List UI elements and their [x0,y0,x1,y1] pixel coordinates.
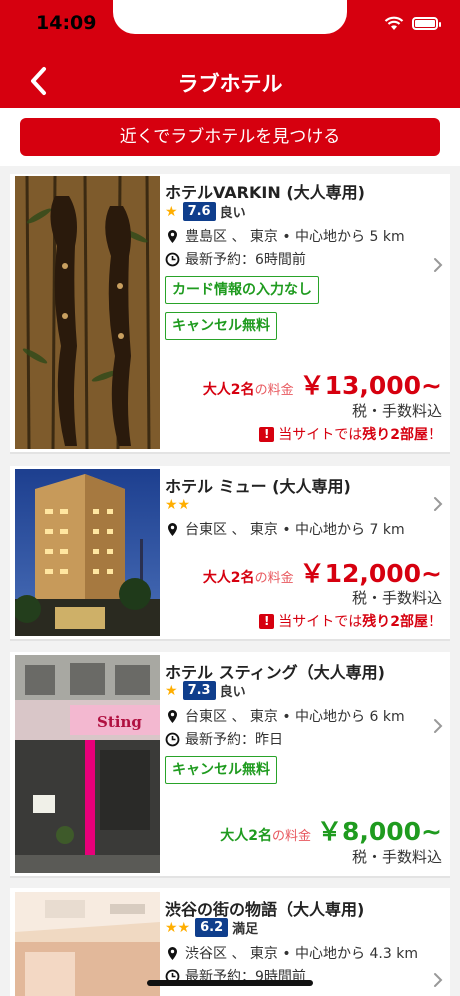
tag-free-cancel: キャンセル無料 [165,312,277,340]
rating-row: ★ 7.3 良い [165,681,246,700]
rooms-left-warning: ! 当サイトでは 残り2部屋 ！ [259,611,442,631]
latest-booking-text: 最新予約：6時間前 [185,252,306,268]
location-text: 台東区 、 東京 • 中心地から 6 km [185,709,405,725]
hotel-name: ホテル スティング（大人専用) [165,663,385,682]
location-text: 豊島区 、 東京 • 中心地から 5 km [185,229,405,245]
price-amount: ￥8,000~ [316,817,442,846]
hotel-card[interactable]: ホテルVARKIN (大人専用) ★ 7.6 良い 豊島区 、 東京 • 中心地… [10,174,450,454]
location-row: 渋谷区 、 東京 • 中心地から 4.3 km [165,943,418,963]
latest-booking-row: 最新予約：6時間前 [165,249,306,269]
price-amount: ￥13,000~ [299,371,442,400]
hotel-name: 渋谷の街の物語（大人専用) [165,900,365,919]
device-notch [113,0,347,34]
hotel-name: ホテル ミュー (大人専用) [165,477,351,496]
warning-emph: 残り2部屋 [362,614,428,630]
hotel-photo [15,469,160,636]
price-suffix: の料金 [271,829,311,844]
price-who: 大人2名 [202,382,255,398]
location-row: 台東区 、 東京 • 中心地から 6 km [165,706,405,726]
rating-label: 良い [219,206,246,221]
warning-icon: ! [259,613,275,629]
hotel-sign-text: Sting [97,713,142,731]
location-row: 豊島区 、 東京 • 中心地から 5 km [165,226,405,246]
location-pin-icon [168,946,177,960]
location-text: 渋谷区 、 東京 • 中心地から 4.3 km [185,946,418,962]
warning-prefix: 当サイトでは [278,427,363,443]
hotel-name: ホテルVARKIN (大人専用) [165,183,365,202]
hotel-card[interactable]: ホテル ミュー (大人専用) ★★ 台東区 、 東京 • 中心地から 7 km … [10,466,450,641]
rating-row: ★★ 6.2 満足 [165,918,258,937]
chevron-right-icon[interactable] [432,718,444,734]
price-line: 大人2名 の料金 ￥8,000~ [220,812,442,848]
home-indicator[interactable] [147,980,313,986]
location-pin-icon [168,522,177,536]
tag-no-card: カード情報の入力なし [165,276,319,304]
clock-icon [165,732,180,746]
tax-note: 税・手数料込 [351,402,442,420]
rating-row: ★ 7.6 良い [165,202,246,221]
wifi-icon [384,16,404,30]
review-score: 7.6 [182,202,216,221]
tax-note: 税・手数料込 [351,589,442,607]
app-header: 14:09 ラブホテル [0,0,460,108]
price-who: 大人2名 [202,570,255,586]
warning-emph: 残り2部屋 [362,427,428,443]
price-suffix: の料金 [254,383,294,398]
latest-booking-row: 最新予約：昨日 [165,729,283,749]
clock-icon [165,252,180,266]
hotel-photo: Sting [15,655,160,873]
location-pin-icon [168,229,177,243]
hotel-photo [15,176,160,449]
tax-note: 税・手数料込 [351,848,442,866]
star-rating: ★★ [165,919,191,936]
warning-icon: ! [259,426,275,442]
latest-booking-text: 最新予約：昨日 [185,732,283,748]
rating-row: ★★ [165,497,192,513]
price-suffix: の料金 [254,571,294,586]
review-score: 6.2 [195,918,229,937]
chevron-right-icon[interactable] [432,257,444,273]
battery-icon [412,17,441,30]
find-bar: 近くでラブホテルを見つける [0,108,460,166]
warning-suffix: ！ [428,427,442,443]
price-line: 大人2名 の料金 ￥13,000~ [203,366,442,402]
rating-label: 満足 [232,922,259,937]
find-nearby-button[interactable]: 近くでラブホテルを見つける [20,118,440,156]
star-rating: ★ [165,203,178,220]
location-text: 台東区 、 東京 • 中心地から 7 km [185,522,405,538]
chevron-right-icon[interactable] [432,972,444,988]
rooms-left-warning: ! 当サイトでは 残り2部屋 ！ [259,424,442,444]
star-rating: ★★ [165,497,191,513]
price-amount: ￥12,000~ [299,559,442,588]
status-icons [384,16,441,31]
page-title: ラブホテル [177,72,283,96]
star-rating: ★ [165,682,178,699]
location-row: 台東区 、 東京 • 中心地から 7 km [165,519,405,539]
tag-free-cancel: キャンセル無料 [165,756,277,784]
chevron-right-icon[interactable] [432,496,444,512]
review-score: 7.3 [182,681,216,700]
warning-prefix: 当サイトでは [278,614,363,630]
price-who: 大人2名 [220,828,272,844]
status-time: 14:09 [36,12,97,34]
price-line: 大人2名 の料金 ￥12,000~ [203,554,442,590]
location-pin-icon [168,709,177,723]
rating-label: 良い [219,685,246,700]
hotel-photo [15,892,160,996]
warning-suffix: ！ [428,614,442,630]
hotel-card[interactable]: Sting ホテル スティング（大人専用) ★ 7.3 良い 台東区 、 東京 … [10,652,450,878]
